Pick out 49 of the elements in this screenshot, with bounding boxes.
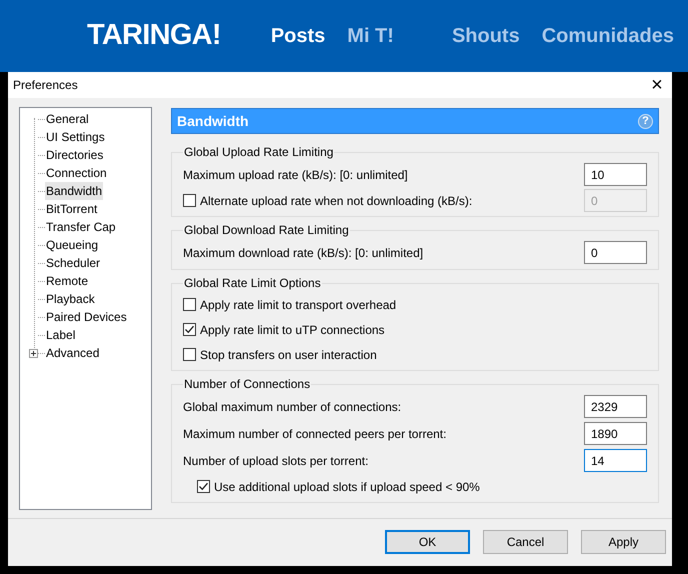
field-label: Maximum upload rate (kB/s): [0: unlimited]	[183, 166, 408, 184]
checkbox-label: Apply rate limit to transport overhead	[200, 296, 396, 314]
nav-link[interactable]: Comunidades	[542, 21, 674, 51]
tree-item[interactable]: BitTorrent	[45, 200, 98, 218]
field-label: Maximum download rate (kB/s): [0: unlimited]	[183, 244, 424, 262]
tree-item[interactable]: Advanced	[45, 344, 100, 362]
field-label: Maximum number of connected peers per torrent:	[183, 426, 446, 442]
tree-item[interactable]: UI Settings	[45, 128, 106, 146]
checkbox-label: Use additional upload slots if upload speed < 90%	[214, 478, 480, 496]
number-field[interactable]: 2329	[584, 395, 647, 418]
checkbox[interactable]	[183, 348, 196, 361]
panel-title: Bandwidth	[177, 112, 249, 130]
tree-item[interactable]: Playback	[45, 290, 96, 308]
group-title: Global Upload Rate Limiting	[183, 144, 334, 161]
tree-item[interactable]: General	[45, 110, 90, 128]
nav-link[interactable]: Posts	[270, 21, 326, 51]
number-field[interactable]: 14	[584, 449, 647, 472]
group-title: Global Download Rate Limiting	[183, 222, 350, 239]
checkmark-icon[interactable]	[197, 480, 210, 493]
checkbox-label: Alternate upload rate when not downloading (kB/s):	[200, 192, 472, 210]
tree-item[interactable]: Connection	[45, 164, 108, 182]
window-title: Preferences	[13, 77, 78, 94]
field-label: Global maximum number of connections:	[183, 398, 402, 416]
nav-link[interactable]: Mi T!	[347, 21, 394, 51]
close-button[interactable]: ×	[642, 75, 672, 95]
group-title: Number of Connections	[183, 376, 312, 393]
nav-link[interactable]: Shouts	[452, 21, 520, 51]
checkbox-label: Stop transfers on user interaction	[200, 346, 377, 364]
tree-item[interactable]: Paired Devices	[45, 308, 128, 326]
tree-item[interactable]: Directories	[45, 146, 104, 164]
checkmark-icon[interactable]	[183, 323, 196, 336]
tree-item[interactable]: Label	[45, 326, 76, 344]
tree-item[interactable]: Scheduler	[45, 254, 102, 272]
site-logo[interactable]: TARINGA!	[87, 14, 221, 58]
tree-item[interactable]: Transfer Cap	[45, 218, 117, 236]
tree-item[interactable]: Bandwidth	[45, 182, 104, 200]
dialog-button[interactable]: Apply	[581, 530, 666, 554]
tree-item[interactable]: Remote	[45, 272, 90, 290]
checkbox[interactable]	[183, 298, 196, 311]
checkbox-label: Apply rate limit to uTP connections	[200, 322, 385, 338]
dialog-button[interactable]: OK	[385, 530, 470, 554]
dialog-button[interactable]: Cancel	[483, 530, 568, 554]
number-field[interactable]: 10	[584, 163, 647, 186]
expand-icon[interactable]	[29, 348, 38, 358]
number-field[interactable]: 1890	[584, 422, 647, 445]
number-field[interactable]: 0	[584, 241, 647, 264]
field-label: Number of upload slots per torrent:	[183, 452, 368, 470]
tree-item[interactable]: Queueing	[45, 236, 100, 254]
group-title: Global Rate Limit Options	[183, 275, 322, 292]
